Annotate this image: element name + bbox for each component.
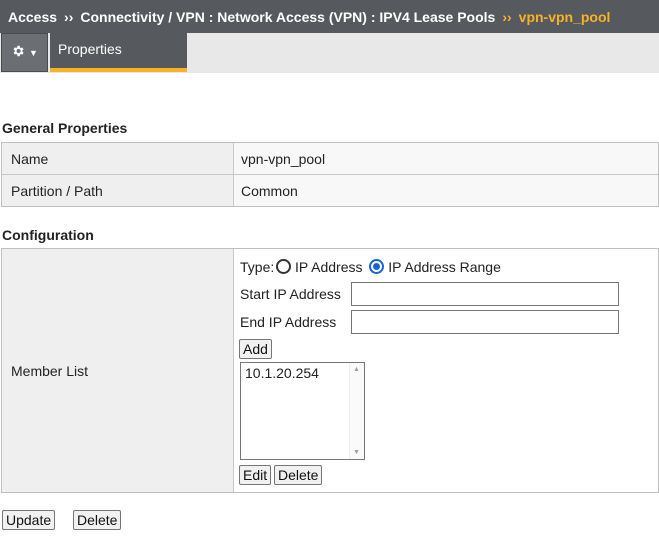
configuration-table: Member List Type: IP Address IP Address … [1, 248, 659, 493]
edit-member-button[interactable]: Edit [239, 465, 272, 485]
member-list-editor: Type: IP Address IP Address Range Start … [234, 249, 658, 492]
start-ip-label: Start IP Address [240, 286, 341, 302]
member-list-label: Member List [2, 249, 234, 492]
type-ip-address-label[interactable]: IP Address [295, 259, 362, 275]
name-label: Name [2, 143, 234, 174]
type-row: Type: IP Address IP Address Range [240, 259, 501, 275]
update-button[interactable]: Update [2, 510, 56, 530]
partition-label: Partition / Path [2, 175, 234, 206]
member-listbox[interactable]: 10.1.20.254 ▲ ▼ [240, 362, 365, 460]
list-item[interactable]: 10.1.20.254 [241, 363, 364, 383]
type-label: Type: [240, 259, 275, 275]
listbox-scrollbar[interactable]: ▲ ▼ [349, 363, 364, 459]
breadcrumb-item-path[interactable]: Connectivity / VPN : Network Access (VPN… [80, 9, 495, 25]
type-ip-range-label[interactable]: IP Address Range [388, 259, 501, 275]
start-ip-input[interactable] [351, 282, 619, 306]
scroll-down-icon: ▼ [353, 449, 360, 456]
tab-properties[interactable]: Properties [50, 33, 187, 72]
breadcrumb-separator: ›› [64, 8, 74, 25]
configuration-title: Configuration [2, 227, 94, 243]
breadcrumb: Access ›› Connectivity / VPN : Network A… [0, 0, 659, 33]
end-ip-label: End IP Address [240, 314, 337, 330]
partition-value: Common [234, 175, 658, 206]
general-properties-table: Name vpn-vpn_pool Partition / Path Commo… [1, 142, 659, 207]
end-ip-input[interactable] [351, 310, 619, 334]
breadcrumb-current: vpn-vpn_pool [518, 8, 611, 25]
table-row: Partition / Path Common [2, 175, 658, 206]
gear-menu-button[interactable]: ▼ [1, 33, 48, 72]
name-value: vpn-vpn_pool [234, 143, 658, 174]
table-row: Name vpn-vpn_pool [2, 143, 658, 175]
chevron-down-icon: ▼ [29, 47, 38, 58]
tab-strip: ▼ Properties [0, 33, 659, 73]
delete-member-button[interactable]: Delete [274, 465, 323, 485]
delete-button[interactable]: Delete [73, 510, 122, 530]
breadcrumb-item-access[interactable]: Access [8, 9, 57, 25]
type-ip-address-radio[interactable] [276, 259, 292, 274]
scroll-up-icon: ▲ [353, 366, 360, 373]
general-properties-title: General Properties [2, 120, 128, 136]
breadcrumb-separator: ›› [502, 8, 512, 25]
type-ip-range-radio[interactable] [369, 259, 385, 274]
gear-icon [11, 44, 25, 61]
table-row: Member List Type: IP Address IP Address … [2, 249, 658, 492]
add-button[interactable]: Add [239, 339, 272, 359]
